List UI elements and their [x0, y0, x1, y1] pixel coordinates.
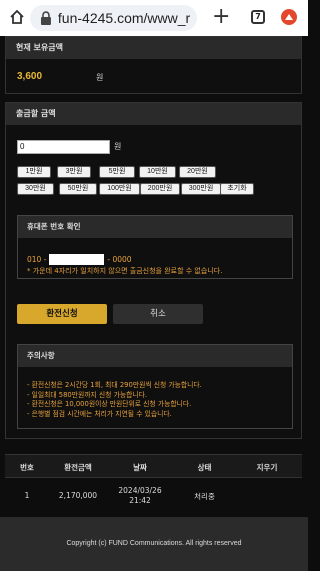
- cancel-button[interactable]: 취소: [113, 304, 203, 324]
- row-time: 21:42: [129, 496, 151, 505]
- col-date: 날짜: [133, 463, 147, 472]
- quick-amount-button[interactable]: 3만원: [57, 166, 91, 178]
- withdraw-history-table: 번호 환전금액 날짜 상태 지우기 1 2,170,000 2024/03/26…: [5, 454, 302, 512]
- phone-verify-box: 휴대폰 번호 확인 010 - - 0000 * 가운데 4자리가 일치하지 않…: [17, 215, 293, 279]
- balance-amount: 3,600: [17, 71, 43, 82]
- quick-amount-button[interactable]: 1만원: [17, 166, 51, 178]
- col-amount: 환전금액: [64, 463, 92, 472]
- tab-count-button[interactable]: 7: [251, 10, 265, 24]
- apply-withdraw-button[interactable]: 환전신청: [17, 304, 107, 324]
- quick-amount-button[interactable]: 300만원: [181, 183, 221, 195]
- phone-middle-input[interactable]: [49, 254, 105, 265]
- withdraw-panel: 출금할 금액 0 원 1만원 3만원 5만원 10만원 20만원 30만원 50…: [5, 102, 302, 439]
- notice-heading: 주의사항: [18, 345, 292, 367]
- row-amount: 2,170,000: [58, 491, 98, 500]
- quick-amount-button[interactable]: 30만원: [17, 183, 54, 195]
- quick-amount-button[interactable]: 10만원: [139, 166, 176, 178]
- table-header: 번호 환전금액 날짜 상태 지우기: [5, 454, 302, 478]
- quick-amount-button[interactable]: 20만원: [179, 166, 216, 178]
- footer: Copyright (c) FUND Communications. All r…: [0, 517, 308, 571]
- notice-box: 주의사항 - 환전신청은 2시간당 1회, 최대 290만원씩 신청 가능합니다…: [17, 344, 293, 429]
- balance-panel: 현재 보유금액 3,600 원: [5, 36, 302, 94]
- phone-suffix: - 0000: [107, 255, 132, 264]
- balance-unit: 원: [96, 73, 104, 82]
- browser-toolbar: fun-4245.com/www_r + 7: [0, 0, 308, 36]
- col-delete: 지우기: [256, 463, 278, 472]
- notice-item: - 환전신청은 10,000원이상 만원단위로 신청 가능합니다.: [27, 400, 192, 409]
- phone-verify-heading: 휴대폰 번호 확인: [18, 216, 292, 238]
- withdraw-heading: 출금할 금액: [6, 103, 301, 125]
- col-number: 번호: [20, 463, 34, 472]
- url-text: fun-4245.com/www_r: [57, 10, 191, 26]
- amount-input[interactable]: 0: [17, 140, 110, 154]
- col-status: 상태: [197, 463, 212, 472]
- notice-item: - 환전신청은 2시간당 1회, 최대 290만원씩 신청 가능합니다.: [27, 381, 202, 389]
- phone-number-row: 010 - - 0000: [27, 254, 132, 265]
- balance-heading: 현재 보유금액: [6, 37, 301, 59]
- row-status: 처리중: [194, 492, 215, 501]
- quick-amount-button[interactable]: 50만원: [59, 183, 97, 195]
- address-bar[interactable]: fun-4245.com/www_r: [30, 5, 197, 31]
- amount-unit: 원: [114, 142, 122, 151]
- phone-prefix: 010 -: [27, 255, 47, 264]
- lock-icon: [40, 11, 51, 25]
- quick-amount-button[interactable]: 5만원: [99, 166, 135, 178]
- phone-note: * 가운데 4자리가 일치하지 않으면 출금신청을 완료할 수 없습니다.: [27, 267, 223, 275]
- row-number: 1: [24, 491, 30, 500]
- notice-item: - 은행별 점검 시간에는 처리가 지연될 수 있습니다.: [27, 409, 172, 418]
- copyright-text: Copyright (c) FUND Communications. All r…: [66, 540, 242, 547]
- row-date: 2024/03/26: [118, 486, 162, 495]
- notice-item: - 일일최대 580만원까지 신청 가능합니다.: [27, 390, 148, 399]
- home-icon[interactable]: [9, 9, 25, 25]
- quick-amount-button[interactable]: 200만원: [140, 183, 180, 195]
- reset-button[interactable]: 초기화: [220, 183, 254, 195]
- notice-list: - 환전신청은 2시간당 1회, 최대 290만원씩 신청 가능합니다. - 일…: [27, 381, 202, 419]
- new-tab-icon[interactable]: +: [212, 6, 230, 28]
- alert-icon[interactable]: [281, 9, 297, 25]
- quick-amount-button[interactable]: 100만원: [99, 183, 140, 195]
